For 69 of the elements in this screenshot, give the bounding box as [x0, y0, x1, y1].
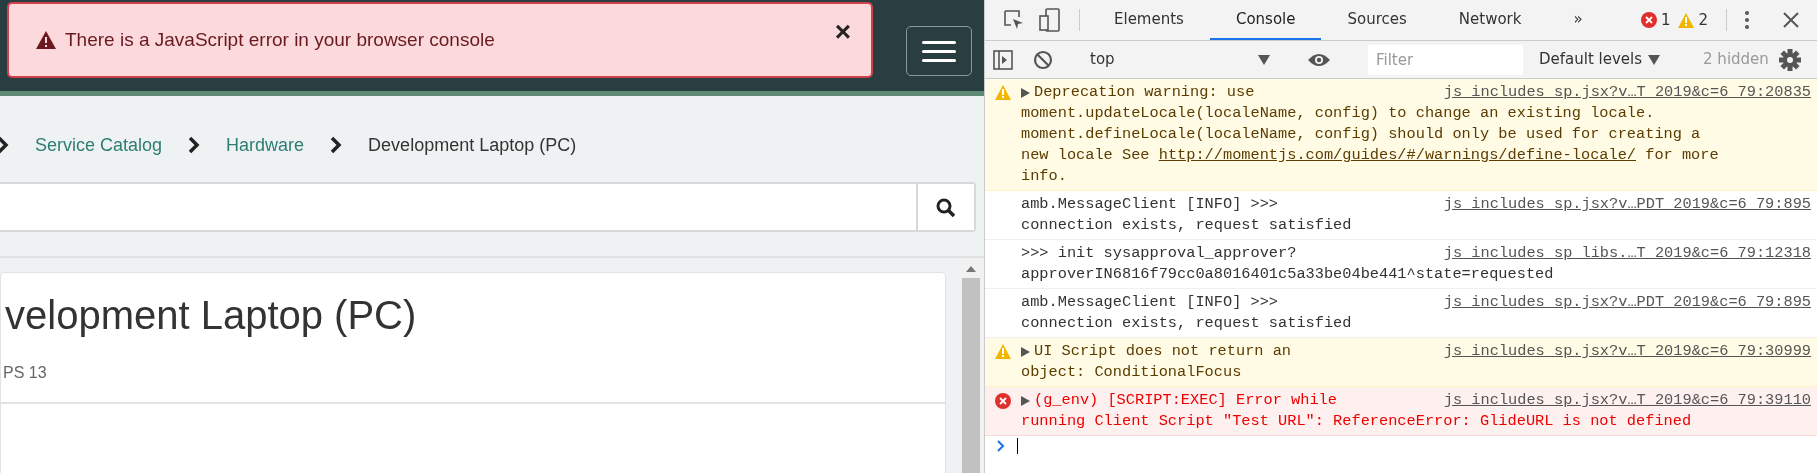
warning-icon — [995, 85, 1011, 100]
console-message-line: amb.MessageClient [INFO] >>> — [1021, 194, 1279, 215]
close-button[interactable]: × — [834, 18, 851, 46]
filter-field[interactable]: Filter — [1368, 44, 1523, 75]
expand-triangle-icon[interactable] — [1021, 87, 1030, 98]
source-link[interactable]: js_includes_sp.jsx?v…T_2019&c=6_79:20835 — [1423, 82, 1811, 103]
breadcrumb-current: Development Laptop (PC) — [368, 133, 577, 157]
devtools-tab[interactable]: Sources — [1321, 0, 1433, 40]
console-message-line: UI Script does not return an — [1034, 341, 1292, 362]
context-value: top — [1090, 49, 1115, 71]
search-field[interactable] — [0, 182, 976, 232]
sidebar-toggle-icon[interactable] — [993, 49, 1013, 70]
context-select[interactable]: top — [1090, 48, 1270, 71]
dropdown-caret-icon — [1648, 54, 1661, 65]
console-message-line: running Client Script "Test URL": ReferenceError: GlideURL is not defined — [1021, 411, 1693, 432]
source-link[interactable]: js_includes_sp.jsx?v…T_2019&c=6_79:39110 — [1423, 390, 1811, 411]
source-link[interactable]: js_includes_sp.jsx?v…T_2019&c=6_79:30999 — [1423, 341, 1811, 362]
message-link[interactable]: http://momentjs.com/guides/#/warnings/define-locale/ — [1158, 146, 1637, 164]
chevron-right-icon — [0, 136, 9, 154]
alert-message: There is a JavaScript error in your browser console — [65, 27, 495, 52]
warning-icon — [995, 344, 1011, 359]
console-message-line: connection exists, request satisfied — [1021, 313, 1353, 334]
console-message-line: object: ConditionalFocus — [1021, 362, 1243, 383]
error-count: 1 — [1660, 9, 1671, 31]
devtools-tab[interactable]: Network — [1432, 0, 1548, 40]
devtools-tab[interactable]: Elements — [1088, 0, 1210, 40]
warning-count: 2 — [1698, 9, 1708, 31]
prompt-chevron-icon — [997, 440, 1005, 452]
kebab-menu-icon[interactable] — [1745, 11, 1749, 29]
eye-icon[interactable] — [1307, 51, 1331, 68]
source-link[interactable]: js_includes_sp_libs.…T_2019&c=6_79:12318 — [1423, 243, 1811, 264]
console-message-line: Deprecation warning: use — [1034, 82, 1255, 103]
chevron-right-icon — [188, 136, 201, 154]
more-tabs-button[interactable]: » — [1547, 0, 1609, 40]
expand-triangle-icon[interactable] — [1021, 395, 1030, 406]
source-link[interactable]: js_includes_sp.jsx?v…PDT_2019&c=6_79:895 — [1423, 292, 1811, 313]
console-message-line: >>> init sysapproval_approver? — [1021, 243, 1297, 264]
levels-dropdown[interactable]: Default levels — [1533, 47, 1667, 72]
console-message-line: amb.MessageClient [INFO] >>> — [1021, 292, 1279, 313]
item-title: velopment Laptop (PC) — [5, 292, 418, 339]
dropdown-caret-icon — [1258, 54, 1270, 65]
search-icon — [936, 197, 956, 218]
console-message-line: new locale See http://momentjs.com/guides/#/warnings/define-locale/ for more — [1021, 145, 1720, 166]
expand-triangle-icon[interactable] — [1021, 346, 1030, 357]
console-message-line: moment.defineLocale(localeName, config) should only be used for creating a — [1021, 124, 1702, 145]
console-message-line: approverIN6816f79cc0a8016401c5a33be04be441^state=requested — [1021, 264, 1555, 285]
warning-icon — [35, 30, 57, 50]
breadcrumb-link[interactable]: Service Catalog — [35, 131, 163, 159]
hidden-count: 2 hidden — [1703, 49, 1769, 71]
settings-icon[interactable] — [1778, 48, 1801, 71]
source-link[interactable]: js_includes_sp.jsx?v…PDT_2019&c=6_79:895 — [1423, 194, 1811, 215]
inspect-element-icon[interactable] — [1003, 9, 1025, 31]
console-message-line: (g_env) [SCRIPT:EXEC] Error while — [1034, 390, 1337, 411]
error-icon — [995, 393, 1011, 409]
warning-icon — [1678, 12, 1695, 28]
device-toolbar-icon[interactable] — [1039, 8, 1061, 32]
error-icon — [1640, 12, 1657, 28]
clear-console-icon[interactable] — [1033, 49, 1053, 70]
breadcrumb-link[interactable]: Hardware — [226, 131, 305, 159]
chevron-right-icon — [330, 136, 343, 154]
menu-button[interactable] — [906, 26, 972, 76]
close-icon[interactable] — [1783, 12, 1799, 28]
item-subtitle: PS 13 — [3, 363, 48, 383]
scroll-up-icon[interactable] — [966, 266, 976, 272]
search-button[interactable] — [916, 184, 974, 230]
text-cursor — [1017, 438, 1018, 454]
console-message-line: moment.updateLocale(localeName, config) to change an existing locale. — [1021, 103, 1656, 124]
console-message-line: connection exists, request satisfied — [1021, 215, 1353, 236]
console-message-line: info. — [1021, 166, 1068, 187]
